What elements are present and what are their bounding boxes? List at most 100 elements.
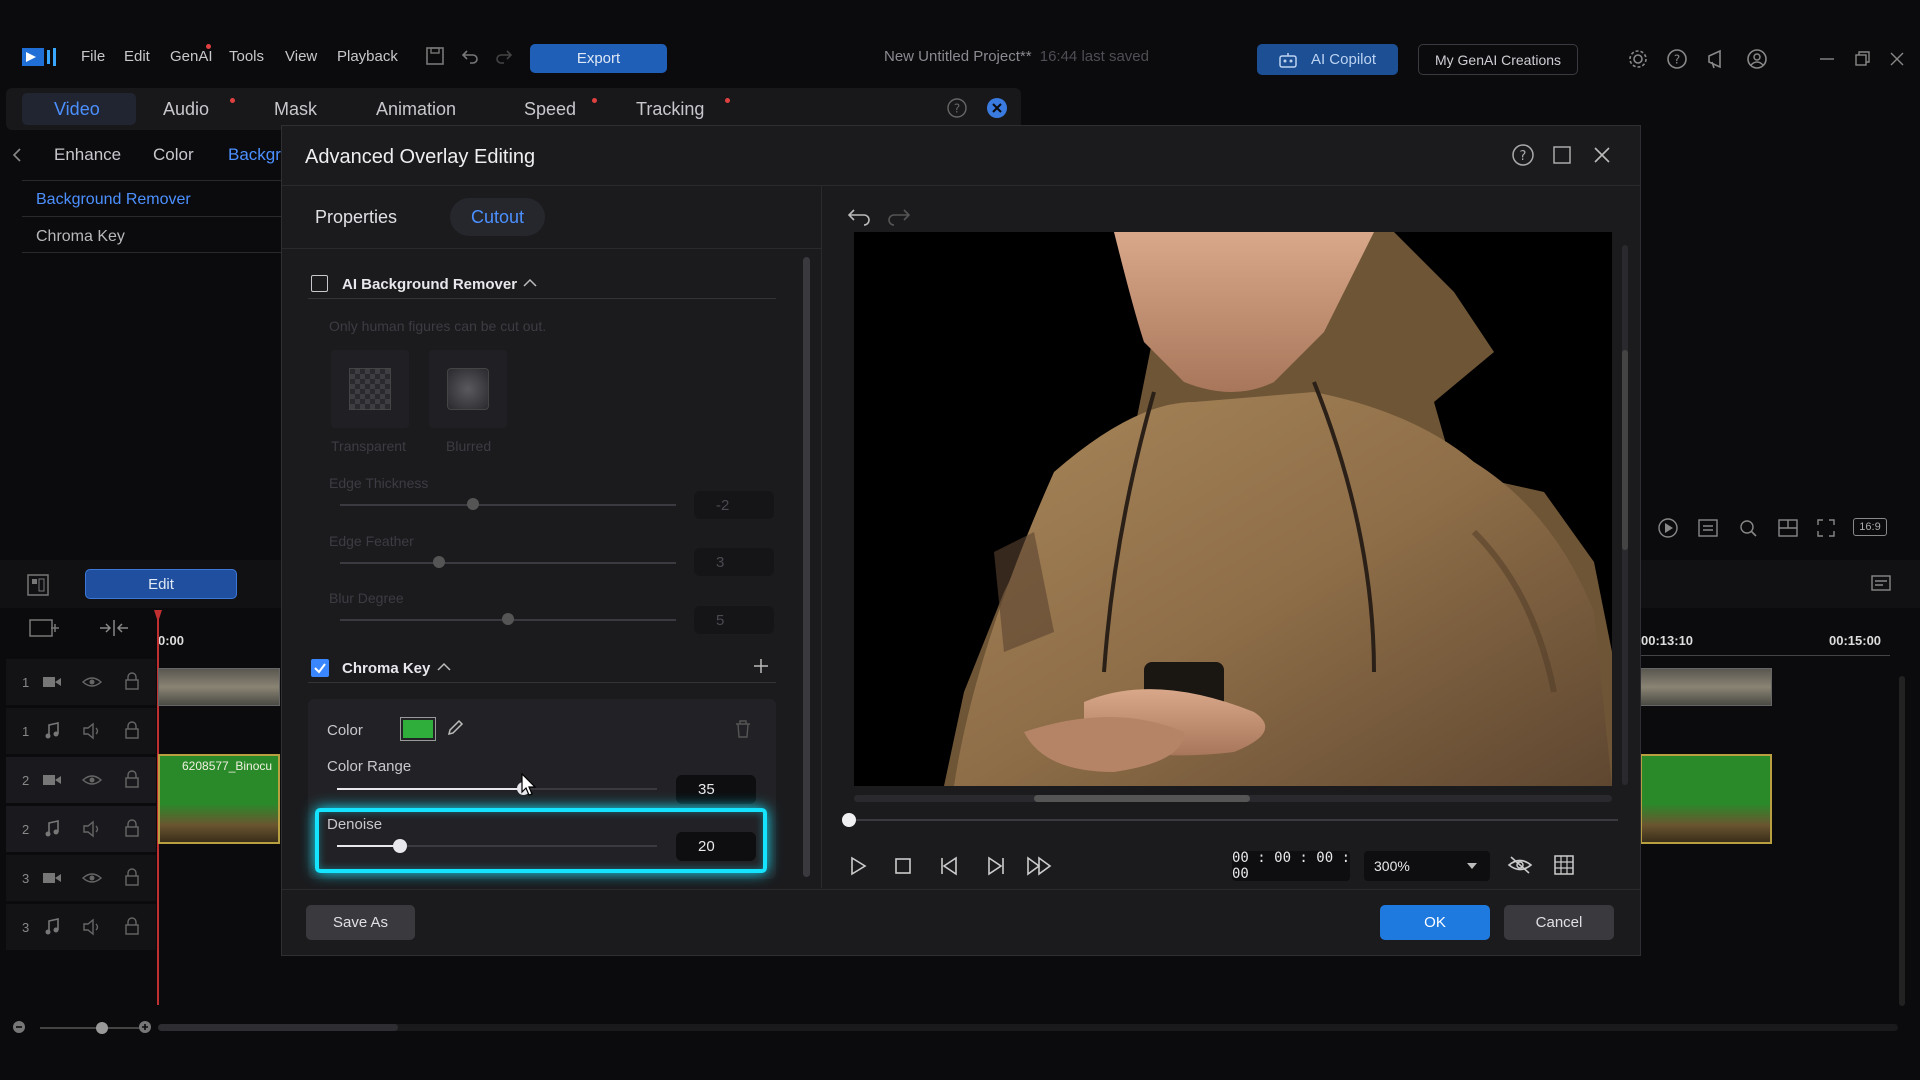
preview-undo-icon[interactable]: [846, 206, 872, 226]
edge-thickness-value[interactable]: -2: [694, 491, 774, 519]
preview-horizontal-scrollbar[interactable]: [854, 795, 1612, 802]
eyedropper-icon[interactable]: [446, 719, 464, 737]
transparent-option[interactable]: [331, 350, 409, 428]
denoise-slider-knob[interactable]: [393, 839, 407, 853]
key-color-swatch[interactable]: [400, 717, 436, 741]
timeline-settings-icon[interactable]: [1870, 573, 1896, 595]
subtitle-icon[interactable]: [1697, 517, 1719, 539]
fast-forward-icon[interactable]: [1026, 856, 1054, 876]
help-icon[interactable]: ?: [1666, 48, 1688, 70]
tab-properties[interactable]: Properties: [315, 207, 397, 228]
minimize-icon[interactable]: [1818, 50, 1836, 68]
save-as-button[interactable]: Save As: [306, 905, 415, 940]
redo-icon[interactable]: [494, 46, 514, 66]
layout-icon[interactable]: [1777, 517, 1799, 539]
subtab-color[interactable]: Color: [153, 145, 194, 165]
tab-animation[interactable]: Animation: [376, 99, 456, 120]
timeline-vertical-scrollbar[interactable]: [1899, 676, 1905, 1006]
zoom-preview-icon[interactable]: [1737, 517, 1759, 539]
play-mode-icon[interactable]: [1657, 517, 1679, 539]
speaker-icon[interactable]: [82, 918, 102, 936]
timeline-toolbox-icon[interactable]: [26, 573, 50, 597]
hide-eye-slash-icon[interactable]: [1507, 854, 1533, 876]
dialog-maximize-icon[interactable]: [1552, 145, 1572, 165]
settings-gear-icon[interactable]: [1627, 48, 1649, 70]
add-track-icon[interactable]: [28, 617, 60, 639]
zoom-slider-knob[interactable]: [96, 1022, 108, 1034]
split-tool-icon[interactable]: [98, 617, 130, 639]
chroma-key-checkbox[interactable]: [311, 659, 329, 677]
play-icon[interactable]: [848, 856, 868, 876]
chroma-key-collapse-chevron-icon[interactable]: [436, 660, 452, 674]
edge-thickness-slider[interactable]: [340, 504, 676, 506]
zoom-dropdown[interactable]: 300%: [1364, 851, 1490, 881]
dialog-help-icon[interactable]: ?: [1511, 143, 1535, 167]
preview-vertical-scrollbar[interactable]: [1622, 245, 1628, 785]
timecode-display[interactable]: 00 : 00 : 00 : 00: [1232, 850, 1350, 882]
edge-feather-knob[interactable]: [433, 556, 445, 568]
subtab-back-chevron-icon[interactable]: [10, 146, 24, 164]
dialog-close-icon[interactable]: [1592, 145, 1612, 165]
export-button[interactable]: Export: [530, 44, 667, 73]
speaker-icon[interactable]: [82, 820, 102, 838]
list-background-remover[interactable]: Background Remover: [36, 191, 191, 209]
denoise-value[interactable]: 20: [676, 832, 756, 861]
preview-scrubber-knob[interactable]: [842, 813, 856, 827]
stop-icon[interactable]: [894, 857, 912, 875]
blur-degree-knob[interactable]: [502, 613, 514, 625]
save-icon[interactable]: [425, 46, 445, 66]
menu-file[interactable]: File: [81, 48, 105, 65]
restore-window-icon[interactable]: [1853, 50, 1871, 68]
lock-icon[interactable]: [124, 868, 140, 886]
blur-degree-value[interactable]: 5: [694, 606, 774, 634]
menu-view[interactable]: View: [285, 48, 317, 65]
menu-genai[interactable]: GenAI: [170, 48, 213, 65]
playhead-head[interactable]: [154, 610, 162, 622]
tab-mask[interactable]: Mask: [274, 99, 317, 120]
panel-close-icon[interactable]: [986, 97, 1008, 119]
preview-horizontal-scrollbar-thumb[interactable]: [1034, 795, 1250, 802]
properties-scrollbar[interactable]: [803, 257, 810, 877]
lock-icon[interactable]: [124, 721, 140, 739]
lock-icon[interactable]: [124, 770, 140, 788]
fullscreen-icon[interactable]: [1815, 517, 1837, 539]
aspect-ratio-badge[interactable]: 16:9: [1853, 518, 1887, 536]
ai-copilot-button[interactable]: AI Copilot: [1257, 44, 1398, 75]
timeline-clip-overlay-right[interactable]: [1640, 754, 1772, 844]
edge-feather-value[interactable]: 3: [694, 548, 774, 576]
ok-button[interactable]: OK: [1380, 905, 1490, 940]
delete-trash-icon[interactable]: [734, 719, 752, 739]
zoom-in-icon[interactable]: [138, 1020, 152, 1034]
ai-remover-collapse-chevron-icon[interactable]: [522, 276, 538, 290]
lock-icon[interactable]: [124, 819, 140, 837]
feedback-megaphone-icon[interactable]: [1706, 48, 1728, 70]
visibility-eye-icon[interactable]: [82, 870, 102, 886]
account-avatar-icon[interactable]: [1746, 48, 1768, 70]
horizontal-scrollbar-thumb[interactable]: [158, 1024, 398, 1031]
visibility-eye-icon[interactable]: [82, 674, 102, 690]
preview-redo-icon[interactable]: [886, 206, 912, 226]
cancel-button[interactable]: Cancel: [1504, 905, 1614, 940]
close-app-icon[interactable]: [1888, 50, 1906, 68]
next-frame-icon[interactable]: [983, 856, 1007, 876]
timeline-clip-video-1[interactable]: [158, 668, 280, 706]
tab-audio[interactable]: Audio: [163, 99, 209, 120]
menu-tools[interactable]: Tools: [229, 48, 264, 65]
lock-icon[interactable]: [124, 917, 140, 935]
tab-speed[interactable]: Speed: [524, 99, 576, 120]
blurred-option[interactable]: [429, 350, 507, 428]
list-chroma-key[interactable]: Chroma Key: [36, 228, 125, 246]
ai-remover-checkbox[interactable]: [311, 275, 328, 292]
my-genai-creations-button[interactable]: My GenAI Creations: [1418, 44, 1578, 75]
lock-icon[interactable]: [124, 672, 140, 690]
menu-edit[interactable]: Edit: [124, 48, 150, 65]
tab-tracking[interactable]: Tracking: [636, 99, 704, 120]
subtab-enhance[interactable]: Enhance: [54, 145, 121, 165]
preview-vertical-scrollbar-thumb[interactable]: [1622, 350, 1628, 550]
horizontal-scrollbar[interactable]: [158, 1024, 1898, 1031]
preview-scrubber-track[interactable]: [848, 819, 1618, 821]
undo-icon[interactable]: [460, 46, 480, 66]
panel-help-icon[interactable]: ?: [946, 97, 968, 119]
add-color-plus-icon[interactable]: [752, 657, 770, 675]
zoom-slider-track[interactable]: [40, 1027, 140, 1029]
